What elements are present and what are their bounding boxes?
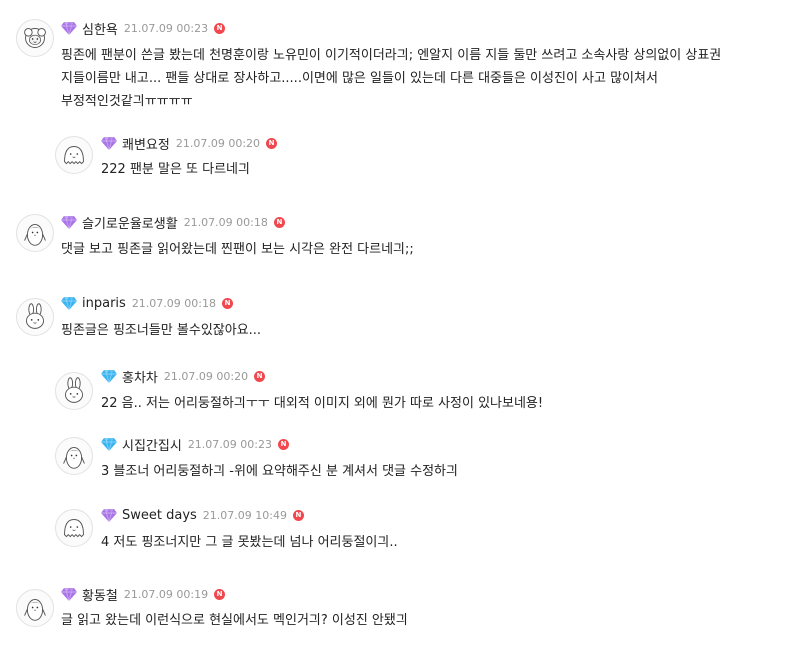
penguin-avatar-icon[interactable] — [16, 589, 54, 627]
new-badge-icon: N — [254, 370, 266, 382]
new-badge-icon: N — [214, 22, 226, 34]
purple-gem-icon — [61, 21, 77, 35]
comment-date: 21.07.09 00:23 — [187, 437, 272, 451]
comment-nickname[interactable]: 슬기로운율로생활 — [82, 213, 178, 232]
comment-text: 222 팬분 말은 또 다르네긔 — [101, 162, 250, 177]
comment-date: 21.07.09 00:20 — [175, 136, 261, 150]
comment-meta: 황동철 21.07.09 00:19 N — [61, 585, 226, 604]
bunny-avatar-icon[interactable] — [55, 372, 93, 410]
comment-text: 댓글 보고 핑존글 읽어왔는데 찐팬이 보는 시각은 완전 다르네긔;; — [61, 242, 414, 257]
comment-date: 21.07.09 10:49 — [202, 508, 287, 522]
comment-nickname[interactable]: 시집간집시 — [122, 435, 182, 454]
comment-meta: 슬기로운율로생활 21.07.09 00:18 N — [61, 213, 285, 232]
comment-date: 21.07.09 00:20 — [163, 369, 249, 383]
comment-text: 핑존글은 핑조너들만 볼수있잖아요... — [61, 323, 262, 338]
penguin-avatar-icon[interactable] — [55, 437, 93, 475]
comment-meta: 쾌변요정 21.07.09 00:20 N — [101, 134, 278, 153]
ghost-avatar-icon[interactable] — [55, 509, 93, 547]
purple-gem-icon — [61, 215, 77, 229]
comment-text: 22 음.. 저는 어리둥절하긔ㅜㅜ 대외적 이미지 외에 뭔가 따로 사정이 … — [101, 396, 544, 411]
sheep-avatar-icon[interactable] — [16, 19, 54, 57]
blue-gem-icon — [101, 437, 117, 451]
comment-date: 21.07.09 00:18 — [131, 296, 216, 310]
penguin-avatar-icon[interactable] — [16, 214, 54, 252]
comment-meta: 홍차차 21.07.09 00:20 N — [101, 367, 266, 386]
new-badge-icon: N — [222, 297, 233, 309]
comment-text: 글 읽고 왔는데 이런식으로 현실에서도 멕인거긔? 이성진 안됐긔 — [61, 613, 408, 628]
new-badge-icon: N — [273, 216, 285, 228]
comment-nickname[interactable]: 쾌변요정 — [122, 134, 170, 153]
new-badge-icon: N — [266, 137, 278, 149]
comment-meta: Sweet days 21.07.09 10:49 N — [101, 506, 304, 524]
purple-gem-icon — [101, 136, 117, 150]
comment-date: 21.07.09 00:23 — [123, 21, 209, 35]
comment-text: 3 블조너 어리둥절하긔 -위에 요약해주신 분 계셔서 댓글 수정하긔 — [101, 464, 458, 479]
comment-meta: 심한욕 21.07.09 00:23 N — [61, 19, 226, 38]
new-badge-icon: N — [292, 509, 304, 521]
comment-nickname[interactable]: 홍차차 — [122, 367, 158, 386]
comment-nickname[interactable]: 황동철 — [82, 585, 118, 604]
comment-nickname[interactable]: 심한욕 — [82, 19, 118, 38]
comment-text: 4 저도 핑조너지만 그 글 못봤는데 넘나 어리둥절이긔.. — [101, 535, 398, 550]
comment-meta: 시집간집시 21.07.09 00:23 N — [101, 435, 289, 454]
comment-date: 21.07.09 00:19 — [123, 587, 209, 601]
comment-nickname[interactable]: inparis — [82, 296, 126, 311]
comment-meta: inparis 21.07.09 00:18 N — [61, 294, 233, 312]
ghost-avatar-icon[interactable] — [55, 136, 93, 174]
bunny-avatar-icon[interactable] — [16, 298, 54, 336]
comment-text: 핑존에 팬분이 쓴글 봤는데 천명훈이랑 노유민이 이기적이더라긔; 엔알지 이… — [61, 48, 726, 109]
new-badge-icon: N — [214, 588, 226, 600]
blue-gem-icon — [61, 296, 77, 310]
purple-gem-icon — [61, 587, 77, 601]
purple-gem-icon — [101, 508, 117, 522]
comment-nickname[interactable]: Sweet days — [122, 508, 197, 523]
new-badge-icon: N — [278, 438, 289, 450]
blue-gem-icon — [101, 369, 117, 383]
comment-date: 21.07.09 00:18 — [183, 215, 268, 229]
